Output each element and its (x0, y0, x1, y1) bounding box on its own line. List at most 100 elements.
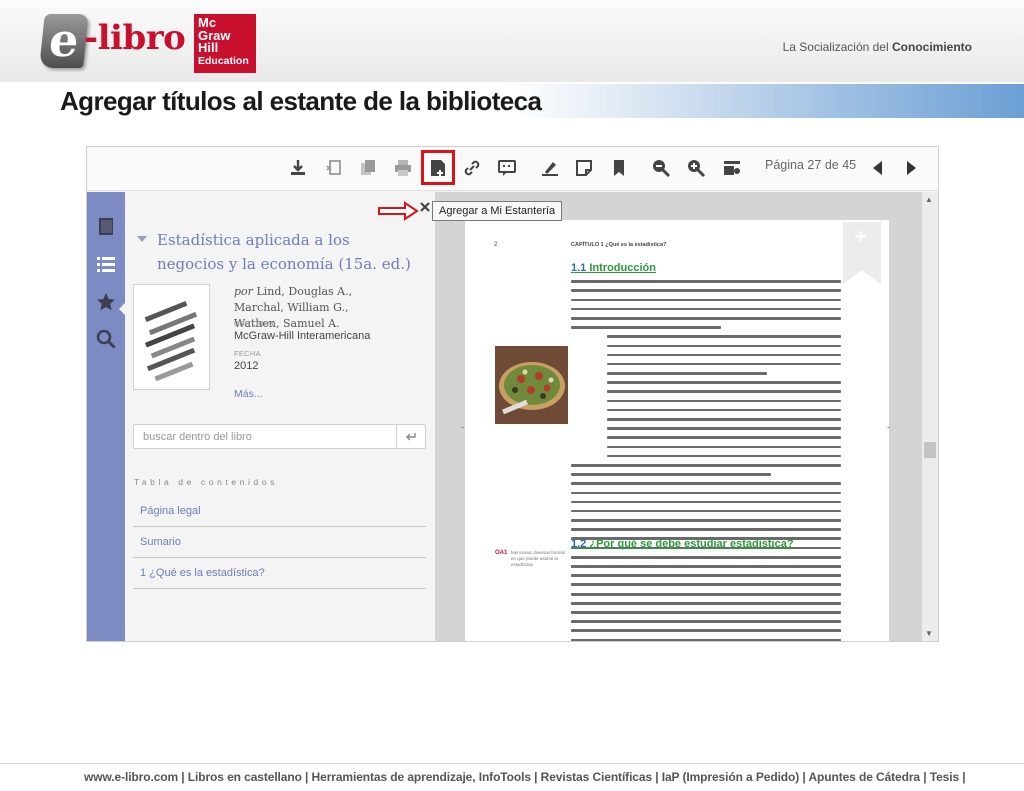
mcgraw-hill-logo: Mc Graw Hill Education (194, 14, 256, 73)
book-info-panel: Estadística aplicada a los negocios y la… (125, 192, 435, 641)
collapse-right-icon[interactable]: - (887, 422, 890, 432)
slide-title-bar: Agregar títulos al estante de la bibliot… (0, 84, 1024, 118)
text-line (571, 326, 721, 333)
bookmark-icon[interactable] (606, 155, 632, 181)
page-current: 27 (807, 158, 822, 172)
text-line (607, 363, 841, 370)
text-line (607, 436, 841, 443)
zoom-out-icon[interactable] (648, 155, 674, 181)
tagline-bold: Conocimiento (892, 40, 972, 54)
scroll-down-icon[interactable]: ▼ (925, 629, 933, 638)
book-page: 2 CAPÍTULO 1 ¿Qué es la estadística? 1.1… (465, 220, 889, 641)
text-line (571, 528, 841, 535)
elibro-logo-text: -libro (84, 18, 186, 58)
page-indicator: Página 27 de 45 (765, 158, 856, 172)
sidenote-text: Mencionar diversas formas en que puede u… (511, 550, 566, 567)
page-scrollbar[interactable]: ▲ ▼ (922, 192, 938, 641)
publisher-value: McGraw-Hill Interamericana (234, 330, 371, 342)
book-title: Estadística aplicada a los negocios y la… (157, 231, 411, 273)
section-number: 1.1 (571, 262, 587, 274)
text-line (571, 510, 841, 517)
collapse-caret-icon[interactable] (137, 236, 147, 242)
more-link[interactable]: Más... (234, 388, 263, 400)
add-to-shelf-tooltip: Agregar a Mi Estantería (432, 201, 563, 221)
collapse-left-icon[interactable]: - (461, 422, 464, 432)
ebook-reader: Página 27 de 45 Estadística aplicada a l… (86, 146, 939, 642)
link-icon[interactable] (459, 155, 485, 181)
reader-toolbar: Página 27 de 45 (87, 147, 938, 191)
star-icon[interactable] (94, 290, 118, 314)
page-label: Página (765, 158, 804, 172)
download-icon[interactable] (285, 155, 311, 181)
text-line (571, 519, 841, 526)
scroll-thumb[interactable] (924, 442, 936, 458)
text-line (571, 473, 771, 480)
note-icon[interactable] (571, 155, 597, 181)
add-to-shelf-highlight (421, 150, 455, 185)
body-text-block (571, 554, 847, 641)
annotation-arrow-icon (378, 201, 430, 221)
text-line (571, 584, 841, 591)
scroll-up-icon[interactable]: ▲ (925, 195, 933, 204)
text-line (571, 299, 841, 306)
page-total: 45 (842, 158, 857, 172)
zoom-in-icon[interactable] (683, 155, 709, 181)
print-icon[interactable] (390, 155, 416, 181)
text-line (571, 639, 841, 641)
section-title: Introducción (589, 262, 656, 274)
text-line (571, 317, 841, 324)
list-icon[interactable] (94, 252, 118, 276)
year-value: 2012 (234, 360, 259, 372)
search-input[interactable] (134, 425, 396, 448)
search-icon[interactable] (94, 327, 118, 351)
mcgraw-logo-line: Education (198, 54, 249, 67)
page-of: de (824, 158, 839, 172)
publisher-label: EDITORIAL (234, 319, 277, 328)
page-number: 2 (494, 242, 498, 248)
text-line (607, 400, 841, 407)
text-line (607, 418, 841, 425)
authors-prefix: por (234, 285, 253, 298)
pizza-photo (495, 346, 568, 424)
return-icon (406, 432, 416, 440)
tagline-prefix: La Socialización del (782, 40, 889, 54)
text-line (571, 482, 841, 489)
highlighter-icon[interactable] (537, 155, 563, 181)
text-line (607, 390, 841, 397)
section-heading-1: 1.1 Introducción (571, 262, 656, 274)
toc-item-legal[interactable]: Página legal (133, 496, 426, 527)
text-line (607, 381, 841, 388)
books-icon[interactable] (94, 214, 118, 238)
text-line (571, 630, 841, 637)
search-within-book (133, 424, 426, 449)
chapter-header: CAPÍTULO 1 ¿Qué es la estadística? (571, 242, 667, 248)
text-line (607, 372, 767, 379)
sidebar-rail (87, 192, 126, 641)
duplicate-icon[interactable] (355, 155, 381, 181)
comment-icon[interactable] (494, 155, 520, 181)
elibro-logo-e: e (39, 13, 89, 68)
text-line (571, 593, 841, 600)
text-line (571, 602, 841, 609)
mcgraw-logo-line: Hill (198, 40, 219, 55)
copy-icon[interactable] (321, 155, 347, 181)
text-line (571, 289, 841, 296)
search-submit-button[interactable] (396, 425, 425, 448)
date-label: FECHA (234, 349, 261, 358)
text-line (607, 455, 841, 462)
tagline: La Socialización del Conocimiento (783, 40, 972, 54)
prev-page-icon[interactable] (865, 155, 891, 181)
text-line (571, 621, 841, 628)
text-line (607, 345, 841, 352)
footer-divider (0, 763, 1024, 764)
fit-page-icon[interactable] (719, 155, 745, 181)
section-heading-2: 1.2 ¿Por qué se debe estudiar estadístic… (571, 538, 794, 550)
text-line (607, 427, 841, 434)
footer-links: www.e-libro.com | Libros en castellano |… (84, 770, 966, 784)
toc-item-summary[interactable]: Sumario (133, 527, 426, 558)
toc-item-chapter-1[interactable]: 1 ¿Qué es la estadística? (133, 558, 426, 589)
text-line (571, 556, 841, 563)
text-line (607, 409, 841, 416)
next-page-icon[interactable] (898, 155, 924, 181)
text-line (571, 308, 841, 315)
